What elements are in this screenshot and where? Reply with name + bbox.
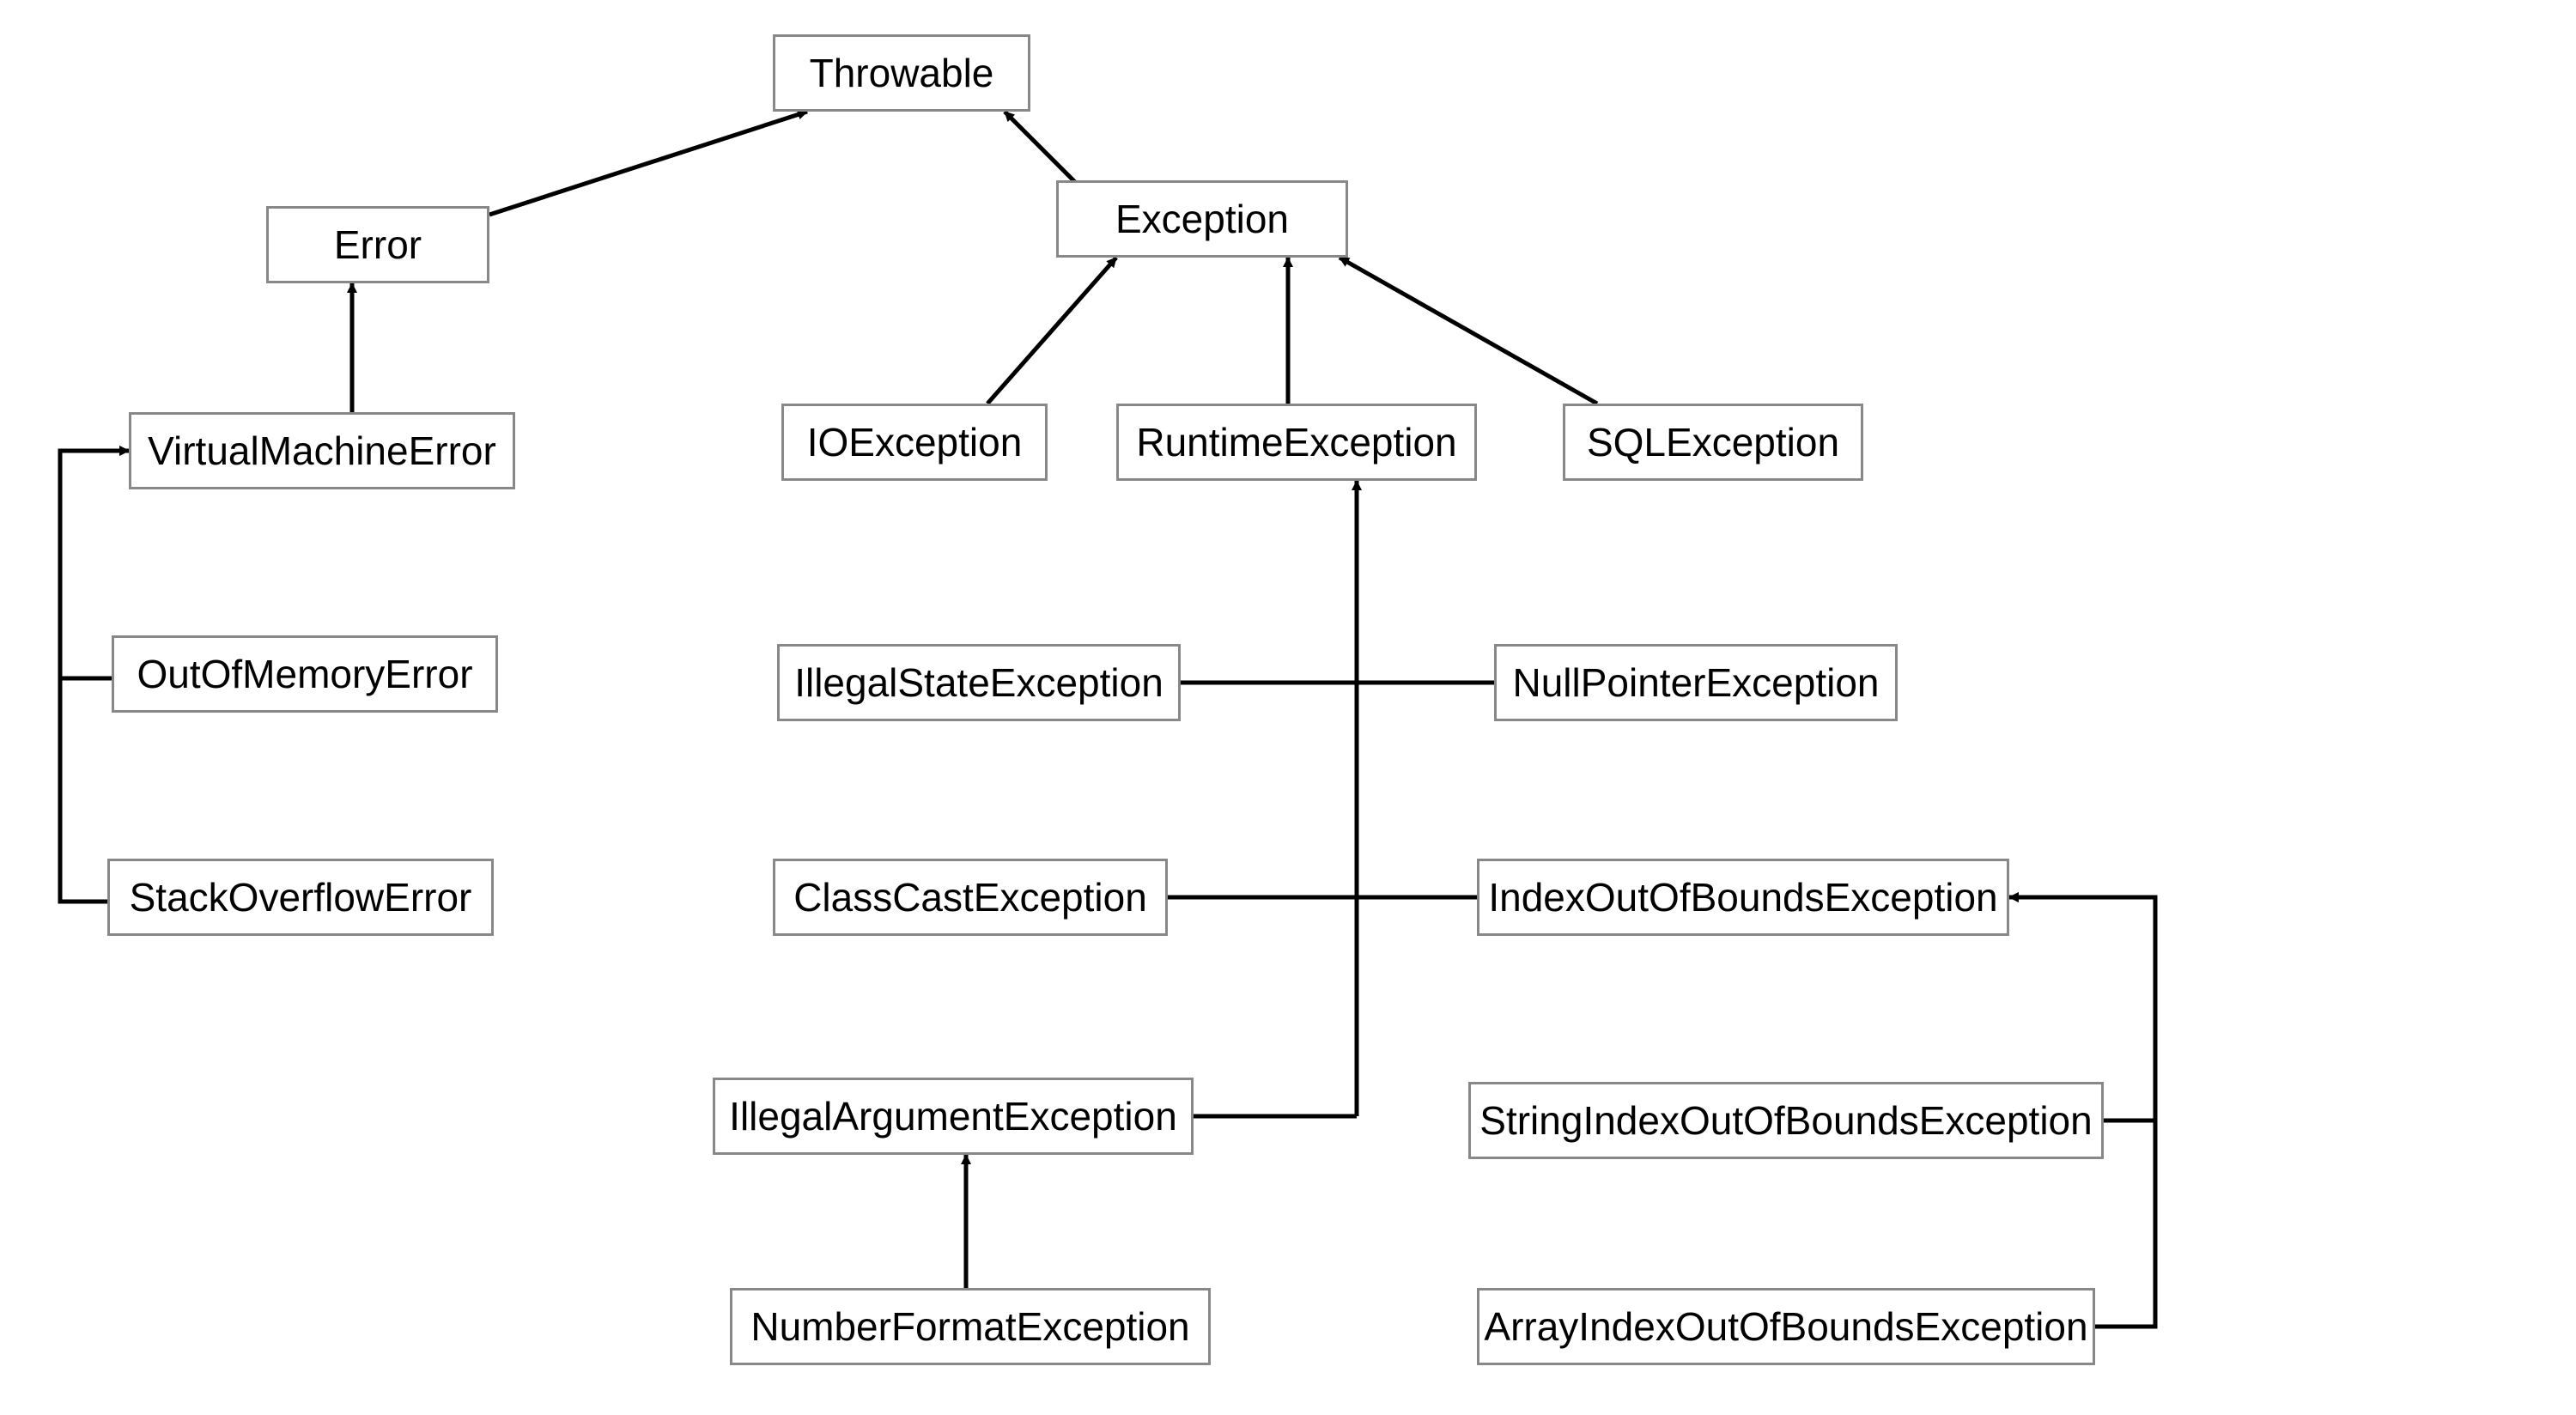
node-throwable: Throwable <box>773 34 1030 112</box>
node-error: Error <box>266 206 489 283</box>
node-numberFormatException: NumberFormatException <box>730 1288 1211 1365</box>
node-nullPointerException: NullPointerException <box>1494 644 1898 721</box>
node-outOfMemoryError: OutOfMemoryError <box>112 635 498 713</box>
node-illegalStateException: IllegalStateException <box>777 644 1181 721</box>
node-runtimeException: RuntimeException <box>1116 404 1477 481</box>
node-virtualMachineError: VirtualMachineError <box>129 412 515 489</box>
node-illegalArgumentException: IllegalArgumentException <box>713 1078 1194 1155</box>
exception-hierarchy-diagram: Throwable Error Exception VirtualMachineErr… <box>0 0 2576 1415</box>
node-arrayIndexOutOfBoundsException: ArrayIndexOutOfBoundsException <box>1477 1288 2095 1365</box>
node-classCastException: ClassCastException <box>773 859 1168 936</box>
node-exception: Exception <box>1056 180 1348 258</box>
node-indexOutOfBoundsException: IndexOutOfBoundsException <box>1477 859 2009 936</box>
node-ioException: IOException <box>781 404 1048 481</box>
node-stringIndexOutOfBoundsException: StringIndexOutOfBoundsException <box>1468 1082 2104 1159</box>
node-sqlException: SQLException <box>1563 404 1863 481</box>
node-stackOverflowError: StackOverflowError <box>107 859 494 936</box>
